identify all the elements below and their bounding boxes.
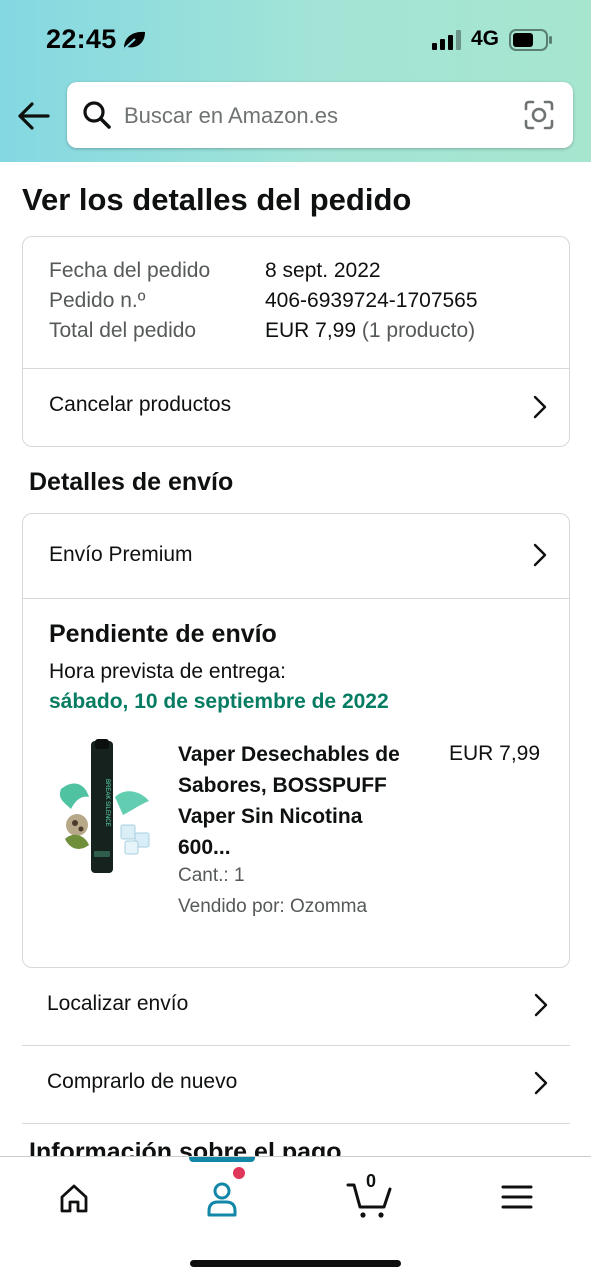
- divider: [22, 1045, 570, 1046]
- back-arrow-icon[interactable]: [16, 98, 52, 134]
- product-seller: Vendido por: Ozomma: [178, 896, 368, 917]
- active-tab-indicator: [189, 1157, 255, 1162]
- order-total-label: Total del pedido: [49, 319, 197, 342]
- order-total-amount: EUR 7,99: [265, 319, 357, 342]
- track-shipment-label: Localizar envío: [47, 992, 189, 1015]
- divider: [23, 598, 569, 599]
- home-icon[interactable]: [44, 1175, 104, 1219]
- status-time: 22:45: [46, 24, 117, 54]
- battery-icon: [509, 29, 552, 51]
- network-type: 4G: [471, 27, 500, 50]
- product-quantity: Cant.: 1: [178, 865, 245, 886]
- shipping-card: Envío Premium Pendiente de envío Hora pr…: [22, 513, 570, 968]
- top-header: 22:45 4G Buscar en Amazon.es: [0, 0, 591, 162]
- home-indicator: [190, 1260, 401, 1267]
- product-title[interactable]: Vaper Desechables de Sabores, BOSSPUFF V…: [178, 739, 418, 863]
- account-icon[interactable]: [192, 1175, 252, 1219]
- page-title: Ver los detalles del pedido: [22, 182, 412, 217]
- camera-scan-icon[interactable]: [523, 99, 555, 131]
- order-summary-card: Fecha del pedido 8 sept. 2022 Pedido n.º…: [22, 236, 570, 447]
- search-icon: [83, 101, 111, 129]
- buy-again-row[interactable]: Comprarlo de nuevo: [22, 1047, 570, 1124]
- buy-again-label: Comprarlo de nuevo: [47, 1070, 238, 1093]
- shipping-method-row[interactable]: Envío Premium: [23, 514, 569, 598]
- order-number-value: 406-6939724-1707565: [265, 289, 478, 312]
- chevron-right-icon: [533, 395, 547, 419]
- order-total-value: EUR 7,99 (1 producto): [265, 319, 475, 343]
- search-bar[interactable]: Buscar en Amazon.es: [67, 82, 573, 148]
- cancel-products-row[interactable]: Cancelar productos: [23, 369, 569, 446]
- focus-mode-icon: [122, 31, 145, 51]
- track-shipment-row[interactable]: Localizar envío: [22, 969, 570, 1046]
- notification-badge: [233, 1167, 245, 1179]
- eta-label: Hora prevista de entrega:: [49, 660, 286, 683]
- order-date-label: Fecha del pedido: [49, 259, 211, 282]
- product-image[interactable]: BREAK SILENCE: [51, 739, 155, 879]
- status-bar: 22:45 4G: [0, 0, 591, 80]
- chevron-right-icon: [534, 1071, 548, 1095]
- cancel-products-label: Cancelar productos: [49, 393, 232, 416]
- shipping-method-label: Envío Premium: [49, 543, 193, 566]
- shipment-status: Pendiente de envío: [49, 620, 277, 648]
- menu-icon[interactable]: [487, 1175, 547, 1219]
- product-device-text: BREAK SILENCE: [104, 779, 110, 827]
- divider: [22, 1123, 570, 1124]
- order-details-screen: 22:45 4G Buscar en Amazon.es Ver los det…: [0, 0, 591, 1280]
- order-date-value: 8 sept. 2022: [265, 259, 381, 282]
- cellular-signal-icon: [432, 30, 461, 50]
- order-number-label: Pedido n.º: [49, 289, 146, 312]
- chevron-right-icon: [533, 543, 547, 567]
- cart-count: 0: [366, 1171, 377, 1191]
- product-price: EUR 7,99: [449, 742, 541, 765]
- shipping-section-title: Detalles de envío: [29, 468, 234, 496]
- eta-date: sábado, 10 de septiembre de 2022: [49, 690, 389, 713]
- chevron-right-icon: [534, 993, 548, 1017]
- order-total-count: (1 producto): [361, 319, 476, 342]
- search-input[interactable]: Buscar en Amazon.es: [124, 103, 338, 129]
